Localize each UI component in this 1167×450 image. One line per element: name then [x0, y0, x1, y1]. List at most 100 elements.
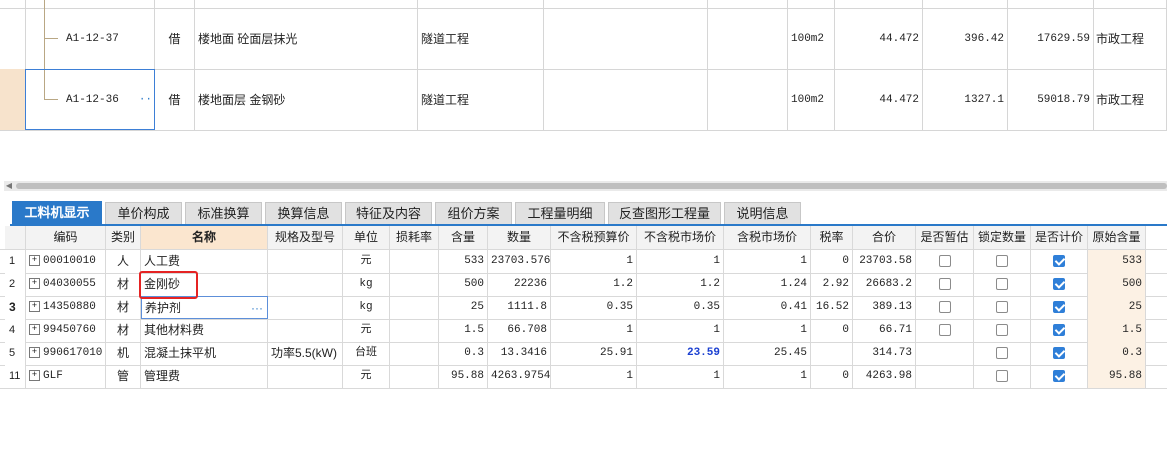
type-cell[interactable]: 借 [155, 69, 195, 130]
scrollbar-thumb[interactable] [16, 183, 1167, 189]
col-header-code[interactable]: 编码 [26, 226, 106, 249]
tax-rate-cell[interactable]: 0 [811, 250, 853, 273]
lock-checkbox[interactable] [996, 254, 1008, 267]
kind-cell[interactable]: 人 [106, 250, 141, 273]
price-cell[interactable]: 396.42 [923, 8, 1008, 69]
name-cell[interactable]: 管理费 [141, 365, 268, 388]
kind-cell[interactable]: 材 [106, 319, 141, 342]
original-content-cell[interactable]: 0.3 [1088, 342, 1146, 365]
spec-cell[interactable] [268, 273, 343, 296]
market-price-tax-cell[interactable]: 1 [724, 250, 811, 273]
estimate-cell[interactable] [916, 319, 974, 342]
market-price-tax-cell[interactable]: 25.45 [724, 342, 811, 365]
lock-checkbox[interactable] [996, 277, 1008, 290]
code-cell[interactable]: +990617010 [26, 342, 106, 365]
spec-cell[interactable]: 功率5.5(kW) [268, 342, 343, 365]
type-cell[interactable]: 借 [155, 8, 195, 69]
table-row[interactable]: 11 + GLF 管 管理费 元 95.88 4263.9754 1 1 1 0 … [0, 365, 1167, 389]
col-header-estimate[interactable]: 是否暂估 [916, 226, 974, 249]
tax-rate-cell[interactable]: 2.92 [811, 273, 853, 296]
lock-cell[interactable] [974, 342, 1031, 365]
spec-cell[interactable] [268, 250, 343, 273]
tax-rate-cell[interactable]: 0 [811, 365, 853, 388]
loss-cell[interactable] [390, 296, 439, 319]
col-header-priced[interactable]: 是否计价 [1031, 226, 1088, 249]
unit-cell[interactable]: kg [343, 296, 390, 319]
category-cell[interactable]: 隧道工程 [418, 69, 544, 130]
expand-icon[interactable]: + [29, 254, 40, 266]
lock-checkbox[interactable] [996, 346, 1008, 359]
sum-cell[interactable]: 66.71 [853, 319, 916, 342]
tab-description[interactable]: 说明信息 [724, 202, 801, 224]
tab-labor-material-machine[interactable]: 工料机显示 [12, 201, 102, 225]
amount-cell[interactable]: 4263.9754 [488, 365, 551, 388]
priced-checkbox[interactable] [1053, 346, 1065, 359]
name-cell[interactable]: 养护剂 ··· [141, 296, 268, 319]
budget-price-cell[interactable]: 1 [551, 250, 637, 273]
expand-icon[interactable]: + [29, 346, 40, 358]
tax-rate-cell[interactable]: 16.52 [811, 296, 853, 319]
original-content-cell[interactable]: 500 [1088, 273, 1146, 296]
lock-checkbox[interactable] [996, 300, 1008, 313]
lock-checkbox[interactable] [996, 323, 1008, 336]
lock-cell[interactable] [974, 250, 1031, 273]
lock-cell[interactable] [974, 365, 1031, 388]
priced-cell[interactable] [1031, 296, 1088, 319]
market-price-cell[interactable]: 23.59 [637, 342, 724, 365]
col-header-lock[interactable]: 锁定数量 [974, 226, 1031, 249]
total-cell[interactable]: 59018.79 [1008, 69, 1094, 130]
col-header-original-content[interactable]: 原始含量 [1088, 226, 1146, 249]
lock-cell[interactable] [974, 296, 1031, 319]
unit-cell[interactable]: 元 [343, 250, 390, 273]
code-cell[interactable]: +04030055 [26, 273, 106, 296]
code-cell[interactable]: +99450760 [26, 319, 106, 342]
amount-cell[interactable]: 23703.576 [488, 250, 551, 273]
table-row[interactable]: 3 +14350880 材 养护剂 ··· kg 25 1111.8 0.35 0… [0, 296, 1167, 320]
expand-icon[interactable]: + [29, 369, 40, 381]
unit-cell[interactable]: 100m2 [788, 69, 835, 130]
lock-cell[interactable] [974, 273, 1031, 296]
priced-checkbox[interactable] [1053, 300, 1065, 313]
name-cell[interactable]: 楼地面 砼面层抹光 [195, 8, 418, 69]
estimate-cell[interactable] [916, 296, 974, 319]
name-cell[interactable]: 混凝土抹平机 [141, 342, 268, 365]
horizontal-scrollbar[interactable]: ◀ [4, 181, 1167, 191]
col-header-market-price[interactable]: 不含税市场价 [637, 226, 724, 249]
kind-cell[interactable]: 机 [106, 342, 141, 365]
priced-cell[interactable] [1031, 319, 1088, 342]
expand-icon[interactable]: + [29, 323, 40, 335]
loss-cell[interactable] [390, 365, 439, 388]
estimate-cell[interactable] [916, 273, 974, 296]
name-cell[interactable]: 人工费 [141, 250, 268, 273]
feature-cell[interactable] [544, 69, 708, 130]
expand-icon[interactable]: + [29, 277, 40, 289]
row-header[interactable] [0, 8, 26, 69]
amount-cell[interactable]: 1111.8 [488, 296, 551, 319]
tax-rate-cell[interactable]: 0 [811, 319, 853, 342]
sum-cell[interactable]: 314.73 [853, 342, 916, 365]
estimate-checkbox[interactable] [938, 300, 951, 313]
sum-cell[interactable]: 389.13 [853, 296, 916, 319]
priced-checkbox[interactable] [1053, 277, 1065, 290]
budget-price-cell[interactable]: 0.35 [551, 296, 637, 319]
total-cell[interactable]: 17629.59 [1008, 8, 1094, 69]
name-cell[interactable]: 其他材料费 [141, 319, 268, 342]
amount-cell[interactable]: 66.708 [488, 319, 551, 342]
loss-cell[interactable] [390, 250, 439, 273]
col-header-spec[interactable]: 规格及型号 [268, 226, 343, 249]
ellipsis-button[interactable]: ··· [251, 297, 263, 318]
kind-cell[interactable]: 材 [106, 273, 141, 296]
table-row[interactable]: A1-12-37 借 楼地面 砼面层抹光 隧道工程 100m2 44.472 3… [0, 8, 1167, 70]
market-price-cell[interactable]: 1 [637, 365, 724, 388]
unit-cell[interactable]: 100m2 [788, 8, 835, 69]
market-price-tax-cell[interactable]: 1 [724, 365, 811, 388]
table-row[interactable]: 5 +990617010 机 混凝土抹平机 功率5.5(kW) 台班 0.3 1… [0, 342, 1167, 366]
budget-price-cell[interactable]: 25.91 [551, 342, 637, 365]
estimate-checkbox[interactable] [938, 323, 951, 336]
col-header-name[interactable]: 名称 [141, 226, 268, 249]
priced-cell[interactable] [1031, 273, 1088, 296]
unit-cell[interactable]: kg [343, 273, 390, 296]
market-price-cell[interactable]: 1 [637, 319, 724, 342]
sum-cell[interactable]: 4263.98 [853, 365, 916, 388]
col-header-amount[interactable]: 数量 [488, 226, 551, 249]
